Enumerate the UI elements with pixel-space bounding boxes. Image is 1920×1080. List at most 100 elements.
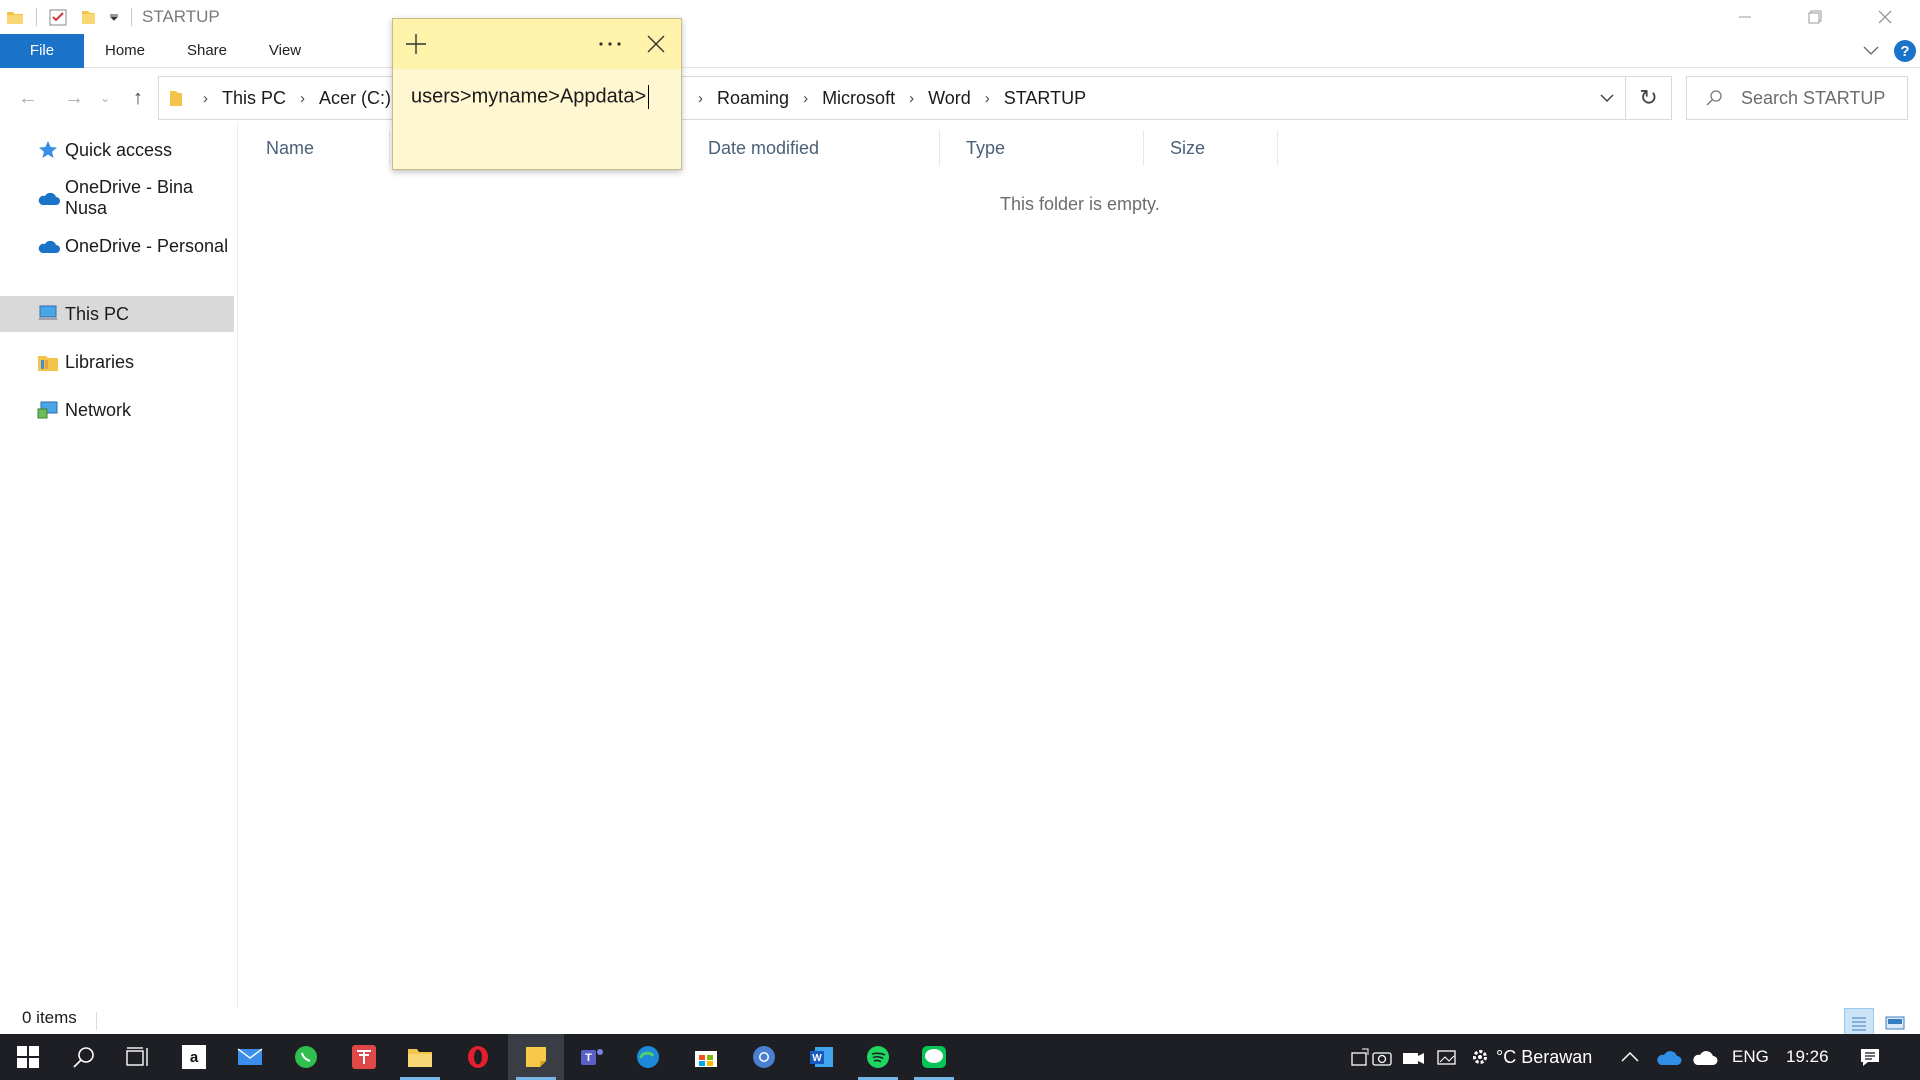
show-hidden-icons-chevron-icon[interactable] — [1618, 1045, 1642, 1069]
search-placeholder: Search STARTUP — [1741, 87, 1886, 108]
new-folder-icon[interactable] — [77, 6, 99, 28]
folder-icon[interactable] — [4, 6, 26, 28]
spotify-icon[interactable] — [850, 1034, 906, 1080]
breadcrumb-word[interactable]: Word — [928, 88, 971, 109]
gallery-icon[interactable] — [1434, 1045, 1458, 1069]
address-row: ← → ⌄ ↑ › This PC › Acer (C:) › › Roamin… — [0, 74, 1920, 122]
help-icon[interactable]: ? — [1894, 40, 1916, 62]
cloud-icon — [36, 186, 60, 210]
breadcrumb-this-pc[interactable]: This PC — [222, 88, 286, 109]
refresh-icon[interactable]: ↻ — [1626, 76, 1672, 120]
back-arrow-icon[interactable]: ← — [16, 86, 40, 110]
whatsapp-icon[interactable] — [278, 1034, 334, 1080]
breadcrumb-separator[interactable]: › — [698, 90, 703, 107]
chrome-icon[interactable] — [736, 1034, 792, 1080]
sticky-note-toolbar — [393, 19, 681, 69]
network-icon — [36, 398, 60, 422]
breadcrumb-startup[interactable]: STARTUP — [1004, 88, 1086, 109]
file-explorer-icon[interactable] — [392, 1034, 448, 1080]
video-camera-icon[interactable] — [1402, 1045, 1426, 1069]
search-box[interactable]: Search STARTUP — [1686, 76, 1908, 120]
address-dropdown-chevron-icon[interactable] — [1588, 76, 1626, 120]
svg-text:W: W — [812, 1053, 822, 1064]
start-icon[interactable] — [0, 1034, 56, 1080]
sticky-notes-icon[interactable] — [508, 1034, 564, 1080]
tab-view[interactable]: View — [256, 34, 314, 68]
amazon-icon[interactable]: a — [166, 1034, 222, 1080]
svg-text:T: T — [585, 1052, 592, 1064]
search-icon[interactable] — [56, 1034, 112, 1080]
store-icon[interactable] — [678, 1034, 734, 1080]
line-icon[interactable] — [906, 1034, 962, 1080]
breadcrumb-acer-c[interactable]: Acer (C:) — [319, 88, 391, 109]
tab-file[interactable]: File — [0, 34, 84, 68]
status-bar: 0 items — [0, 1008, 1920, 1038]
tab-share[interactable]: Share — [176, 34, 238, 68]
address-bar[interactable]: › This PC › Acer (C:) › › Roaming › Micr… — [158, 76, 1626, 120]
breadcrumb-separator[interactable]: › — [300, 90, 305, 107]
nav-item-label: Quick access — [65, 139, 173, 160]
svg-text:a: a — [190, 1049, 199, 1066]
recent-locations-chevron-icon[interactable]: ⌄ — [98, 86, 112, 110]
minimize-icon[interactable] — [1710, 0, 1780, 34]
computer-icon — [36, 302, 60, 326]
opera-icon[interactable] — [450, 1034, 506, 1080]
mail-icon[interactable] — [222, 1034, 278, 1080]
language-indicator[interactable]: ENG — [1732, 1034, 1769, 1080]
close-icon[interactable] — [1850, 0, 1920, 34]
nav-item-network[interactable]: Network — [0, 392, 234, 428]
breadcrumb-separator[interactable]: › — [909, 90, 914, 107]
sticky-note[interactable]: users>myname>Appdata> — [392, 18, 682, 170]
status-divider — [96, 1012, 97, 1030]
nav-item-label: This PC — [65, 303, 130, 324]
screen-sketch-icon[interactable] — [1348, 1045, 1372, 1069]
close-note-icon[interactable] — [643, 31, 669, 57]
up-arrow-icon[interactable]: ↑ — [126, 86, 150, 110]
tab-home[interactable]: Home — [94, 34, 156, 68]
new-note-plus-icon[interactable] — [403, 31, 429, 57]
nav-item-label: Libraries — [65, 351, 135, 372]
nav-item-label: OneDrive - Personal — [65, 235, 229, 256]
breadcrumb-separator[interactable]: › — [985, 90, 990, 107]
breadcrumb-roaming[interactable]: Roaming — [717, 88, 789, 109]
onedrive-icon[interactable] — [1654, 1045, 1682, 1069]
column-header-size[interactable]: Size — [1144, 130, 1278, 166]
edge-icon[interactable] — [620, 1034, 676, 1080]
weather-text[interactable]: °C Berawan — [1496, 1034, 1592, 1080]
item-count: 0 items — [22, 1008, 77, 1027]
restore-icon[interactable] — [1780, 0, 1850, 34]
word-icon[interactable]: W — [794, 1034, 850, 1080]
nav-item-libraries[interactable]: Libraries — [0, 344, 234, 380]
title-bar: STARTUP — [0, 0, 1920, 34]
nav-item-quick-access[interactable]: Quick access — [0, 132, 234, 168]
forward-arrow-icon[interactable]: → — [62, 86, 86, 110]
nav-item-onedrive-personal[interactable]: OneDrive - Personal — [0, 228, 234, 264]
more-options-icon[interactable] — [597, 31, 623, 57]
onedrive-personal-icon[interactable] — [1690, 1045, 1718, 1069]
taskbar: a T W °C Berawan ENG 19:26 — [0, 1034, 1920, 1080]
sticky-note-text[interactable]: users>myname>Appdata> — [411, 85, 650, 109]
clock[interactable]: 19:26 — [1786, 1034, 1829, 1080]
empty-folder-message: This folder is empty. — [1000, 194, 1160, 214]
nav-item-this-pc[interactable]: This PC — [0, 296, 234, 332]
expand-ribbon-chevron-icon[interactable] — [1860, 40, 1882, 62]
teams-icon[interactable]: T — [564, 1034, 620, 1080]
column-header-name[interactable]: Name — [240, 130, 390, 166]
chevron-down-icon[interactable] — [107, 6, 121, 28]
settings-gear-icon[interactable] — [1468, 1045, 1492, 1069]
toolbar-divider — [131, 8, 132, 26]
action-center-icon[interactable] — [1858, 1045, 1882, 1069]
app-icon[interactable] — [336, 1034, 392, 1080]
breadcrumb-separator[interactable]: › — [803, 90, 808, 107]
properties-icon[interactable] — [47, 6, 69, 28]
column-header-date-modified[interactable]: Date modified — [682, 130, 940, 166]
star-icon — [36, 138, 60, 162]
breadcrumb-separator: › — [203, 89, 208, 107]
breadcrumb-microsoft[interactable]: Microsoft — [822, 88, 895, 109]
column-header-type[interactable]: Type — [940, 130, 1144, 166]
nav-item-onedrive-bina-nusa[interactable]: OneDrive - Bina Nusa — [0, 177, 234, 218]
camera-icon[interactable] — [1370, 1045, 1394, 1069]
nav-item-label: Network — [65, 399, 132, 420]
nav-item-label: OneDrive - Bina Nusa — [65, 177, 194, 218]
task-view-icon[interactable] — [110, 1034, 166, 1080]
